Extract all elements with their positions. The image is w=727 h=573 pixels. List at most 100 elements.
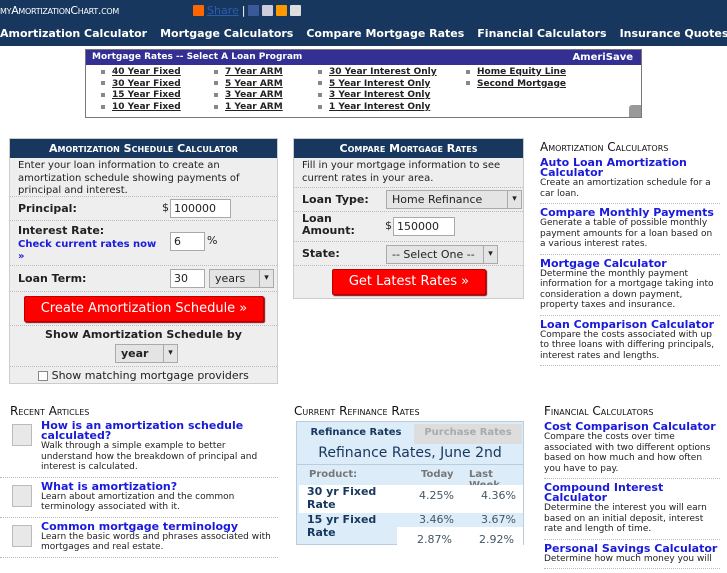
state-select[interactable]: -- Select One -- [386, 245, 498, 264]
addthis-plus-icon[interactable] [193, 5, 204, 16]
ad-link[interactable]: 1 Year ARM [214, 102, 283, 114]
financial-calculators-title: Financial Calculators [544, 404, 654, 418]
nav-mortgage-calculators[interactable]: Mortgage Calculators [160, 27, 293, 40]
nav-compare-mortgage-rates[interactable]: Compare Mortgage Rates [306, 27, 464, 40]
ad-link[interactable]: Home Equity Line [466, 67, 566, 79]
recent-articles-title: Recent Articles [10, 404, 90, 418]
loan-type-select[interactable]: Home Refinance [386, 190, 522, 209]
rates-heading: Refinance Rates, June 2nd [297, 445, 523, 465]
rate-product: 30 yr Fixed Rate [307, 485, 377, 511]
rate-product: 15 yr Fixed Rate [307, 513, 377, 539]
ad-link[interactable]: 15 Year Fixed [101, 90, 181, 102]
state-label: State: [302, 247, 340, 260]
rate-row: 2.87% 2.92% [397, 527, 523, 547]
providers-checkbox-label: Show matching mortgage providers [51, 369, 249, 382]
nav-amortization-calculator[interactable]: Amortization Calculator [0, 27, 147, 40]
refinance-rates-title: Current Refinance Rates [294, 404, 420, 418]
facebook-icon[interactable] [248, 5, 260, 16]
calc-desc: Compare the costs associated with up to … [540, 329, 715, 361]
calc-link[interactable]: Compound Interest Calculator [544, 482, 720, 503]
rate-last-week: 3.67% [481, 513, 516, 526]
interest-rate-input[interactable]: 6 [170, 232, 205, 251]
ad-link[interactable]: 1 Year Interest Only [318, 102, 437, 114]
calc-link[interactable]: Loan Comparison Calculator [540, 319, 720, 330]
calc-link[interactable]: Personal Savings Calculator [544, 543, 720, 554]
ad-link[interactable]: 5 Year Interest Only [318, 79, 437, 91]
amerisave-logo[interactable]: AmeriSave [572, 50, 633, 65]
compare-rates-title: Compare Mortgage Rates [294, 139, 523, 158]
today-header: Today [421, 469, 454, 480]
providers-checkbox[interactable] [38, 371, 49, 381]
ad-link[interactable]: 10 Year Fixed [101, 102, 181, 114]
amortization-intro: Enter your loan information to create an… [18, 160, 240, 196]
currency-symbol: $ [385, 219, 392, 232]
financial-calculators-list: Cost Comparison Calculator Compare the co… [544, 421, 720, 573]
show-by-label: Show Amortization Schedule by [45, 328, 242, 341]
loan-type-label: Loan Type: [302, 193, 369, 206]
ad-link[interactable]: 7 Year ARM [214, 67, 283, 79]
article-desc: Walk through a simple example to better … [41, 441, 258, 472]
calc-desc: Determine how much money you will [544, 553, 712, 564]
bookmark-icon[interactable] [276, 5, 288, 16]
ad-link[interactable]: 30 Year Interest Only [318, 67, 437, 79]
amortization-calculators-list: Auto Loan Amortization Calculator Create … [540, 157, 720, 370]
site-header: myAmortizationChart.com Share | Amortiza… [0, 0, 727, 46]
interest-rate-label: Interest Rate: [18, 224, 105, 237]
percent-symbol: % [207, 234, 218, 247]
amortization-calculator: Amortization Schedule Calculator Enter y… [9, 138, 278, 384]
loan-term-input[interactable]: 30 [170, 269, 205, 288]
product-header: Product: [309, 469, 358, 480]
calc-link[interactable]: Cost Comparison Calculator [544, 421, 720, 432]
rate-row: 30 yr Fixed Rate 4.25% 4.36% [299, 485, 523, 513]
currency-symbol: $ [162, 201, 169, 214]
calc-desc: Create an amortization schedule for a ca… [540, 178, 711, 199]
print-icon[interactable] [290, 5, 302, 16]
compare-rates-form: Compare Mortgage Rates Fill in your mort… [293, 138, 524, 299]
refinance-rates-widget: Refinance Rates Purchase Rates Refinance… [296, 421, 524, 547]
tab-refinance-rates[interactable]: Refinance Rates [299, 424, 413, 444]
rate-today: 2.87% [417, 533, 452, 546]
ad-link[interactable]: 3 Year ARM [214, 90, 283, 102]
site-logo[interactable]: myAmortizationChart.com [0, 4, 119, 17]
share-link[interactable]: Share [207, 4, 239, 17]
recent-articles-list: How is an amortization schedule calculat… [0, 420, 278, 562]
ad-link[interactable]: 40 Year Fixed [101, 67, 181, 79]
get-latest-rates-button[interactable]: Get Latest Rates » [332, 269, 486, 295]
nav-insurance-quotes[interactable]: Insurance Quotes [620, 27, 727, 40]
article-desc: Learn about amortization and the common … [41, 491, 235, 513]
ad-link[interactable]: Second Mortgage [466, 79, 566, 91]
article-document-icon [12, 484, 32, 507]
tab-purchase-rates[interactable]: Purchase Rates [414, 424, 522, 444]
amortization-calculator-title: Amortization Schedule Calculator [10, 139, 277, 158]
rate-today: 3.46% [419, 513, 454, 526]
calc-link[interactable]: Compare Monthly Payments [540, 207, 720, 218]
principal-label: Principal: [18, 202, 77, 215]
email-icon[interactable] [262, 5, 274, 16]
ad-link[interactable]: 30 Year Fixed [101, 79, 181, 91]
loan-amount-label: Loan Amount: [302, 212, 355, 237]
principal-input[interactable]: 100000 [170, 199, 231, 218]
amortization-calculators-title: Amortization Calculators [540, 140, 669, 154]
mortgage-rates-ad: Mortgage Rates -- Select A Loan Program A… [85, 49, 642, 118]
rate-last-week: 4.36% [481, 489, 516, 502]
ad-link[interactable]: 5 Year ARM [214, 79, 283, 91]
ad-link[interactable]: 3 Year Interest Only [318, 90, 437, 102]
loan-term-label: Loan Term: [18, 272, 87, 285]
share-bar: Share | [193, 4, 302, 17]
term-unit-select[interactable]: years [209, 269, 274, 288]
ad-info-icon[interactable] [629, 105, 641, 117]
ad-title: Mortgage Rates -- Select A Loan Program [92, 52, 303, 62]
calc-link[interactable]: Mortgage Calculator [540, 258, 720, 269]
calc-link[interactable]: Auto Loan Amortization Calculator [540, 157, 720, 178]
nav-financial-calculators[interactable]: Financial Calculators [477, 27, 606, 40]
loan-amount-input[interactable]: 150000 [393, 217, 455, 236]
nav-auto-loans[interactable]: Auto Loans [0, 51, 69, 64]
article-link[interactable]: What is amortization? [41, 481, 278, 492]
article-link[interactable]: Common mortgage terminology [41, 521, 278, 532]
show-by-select[interactable]: year [115, 344, 178, 363]
article-document-icon [12, 524, 32, 547]
article-link[interactable]: How is an amortization schedule calculat… [41, 420, 278, 441]
check-rates-link[interactable]: Check current rates now » [18, 239, 158, 263]
compare-intro: Fill in your mortgage information to see… [302, 160, 501, 184]
create-schedule-button[interactable]: Create Amortization Schedule » [24, 296, 264, 322]
